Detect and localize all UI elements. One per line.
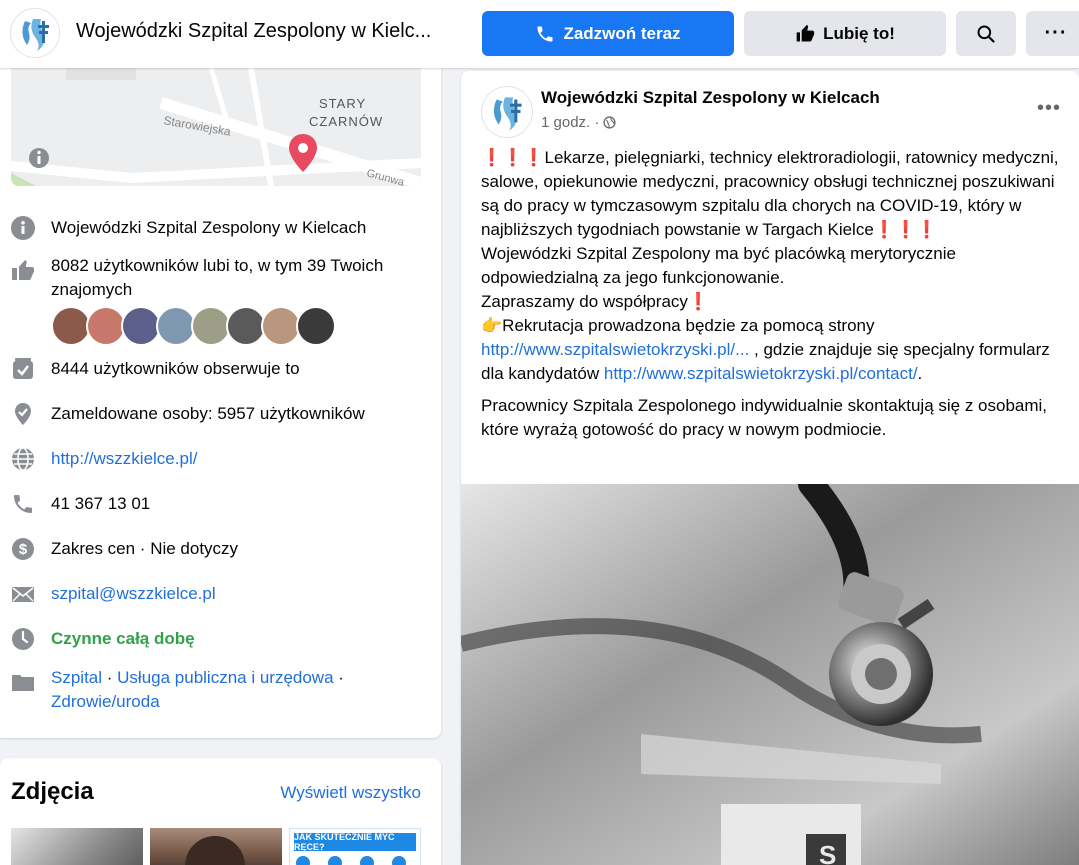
recruitment-link[interactable]: http://www.szpitalswietokrzyski.pl/... xyxy=(481,340,749,359)
followers-text: 8444 użytkowników obserwuje to xyxy=(51,359,300,378)
post-paragraph: ❗❗❗Lekarze, pielęgniarki, technicy elekt… xyxy=(481,148,1059,239)
thumbs-up-icon xyxy=(796,24,815,41)
friend-avatar[interactable] xyxy=(191,306,231,346)
friend-avatar[interactable] xyxy=(226,306,266,346)
post-text-span: . xyxy=(917,364,923,383)
envelope-icon xyxy=(11,582,35,606)
likes-count-text[interactable]: 8082 użytkowników lubi to, w tym 39 Twoi… xyxy=(51,254,431,278)
price-range-text: Zakres cen · Nie dotyczy xyxy=(51,539,239,558)
map-label-district-2: CZARNÓW xyxy=(309,114,383,129)
opening-hours: Czynne całą dobę xyxy=(51,629,195,648)
about-card: Starowiejska STARY CZARNÓW Grunwa Wojewó… xyxy=(0,68,441,738)
post-card: Wojewódzki Szpital Zespolony w Kielcach … xyxy=(461,71,1079,865)
website-link[interactable]: http://wszzkielce.pl/ xyxy=(51,447,431,471)
more-options-button[interactable]: ··· xyxy=(1026,11,1079,56)
dollar-icon: $ xyxy=(11,537,35,561)
thumbnail-caption: JAK SKUTECZNIE MYĆ RĘCE? xyxy=(294,832,416,852)
photo-thumbnail[interactable] xyxy=(150,828,282,865)
svg-text:S: S xyxy=(819,840,836,865)
phone-icon xyxy=(537,26,553,41)
category-link-public-service[interactable]: Usługa publiczna i urzędowa xyxy=(117,668,333,687)
post-paragraph: Pracownicy Szpitala Zespolonego indywidu… xyxy=(481,396,1048,439)
post-author-name[interactable]: Wojewódzki Szpital Zespolony w Kielcach xyxy=(541,88,880,108)
clock-icon xyxy=(11,627,35,651)
post-paragraph: Wojewódzki Szpital Zespolony ma być plac… xyxy=(481,244,956,287)
page-avatar[interactable] xyxy=(10,8,60,58)
location-map[interactable]: Starowiejska STARY CZARNÓW Grunwa xyxy=(11,68,421,186)
categories-text: Szpital · Usługa publiczna i urzędowa · … xyxy=(51,666,431,714)
friend-avatar[interactable] xyxy=(156,306,196,346)
search-icon xyxy=(977,25,995,43)
search-button[interactable] xyxy=(956,11,1016,56)
checkins-text: Zameldowane osoby: 5957 użytkowników xyxy=(51,404,365,423)
thumbs-up-icon xyxy=(11,258,35,282)
photos-heading: Zdjęcia xyxy=(11,778,94,805)
post-author-avatar[interactable] xyxy=(481,86,533,138)
post-paragraph: 👉Rekrutacja prowadzona będzie za pomocą … xyxy=(481,314,1066,386)
page-header: Wojewódzki Szpital Zespolony w Kielc... … xyxy=(0,0,1079,68)
category-separator: · xyxy=(102,668,118,687)
photo-thumbnail[interactable] xyxy=(11,828,143,865)
post-paragraph: Zapraszamy do współpracy❗ xyxy=(481,292,710,311)
phone-number[interactable]: 41 367 13 01 xyxy=(51,492,431,516)
location-pin-icon xyxy=(11,402,35,426)
friend-avatar[interactable] xyxy=(121,306,161,346)
phone-icon xyxy=(11,492,35,516)
svg-text:$: $ xyxy=(19,541,28,558)
folder-icon xyxy=(11,670,35,694)
post-text: ❗❗❗Lekarze, pielęgniarki, technicy elekt… xyxy=(481,146,1066,442)
category-separator: · xyxy=(333,668,344,687)
category-link-hospital[interactable]: Szpital xyxy=(51,668,102,687)
globe-icon xyxy=(11,447,35,471)
page-title: Wojewódzki Szpital Zespolony w Kielc... xyxy=(76,20,432,42)
post-timestamp: 1 godz. · xyxy=(541,114,616,131)
post-photo[interactable]: S 24 xyxy=(461,484,1079,865)
call-now-button[interactable]: Zadzwoń teraz xyxy=(482,11,734,56)
map-label-district: STARY xyxy=(319,96,366,111)
friend-avatar[interactable] xyxy=(51,306,91,346)
friend-avatar[interactable] xyxy=(296,306,336,346)
like-label: Lubię to! xyxy=(823,23,895,43)
photo-thumbnail[interactable]: JAK SKUTECZNIE MYĆ RĘCE? xyxy=(289,828,421,865)
contact-link[interactable]: http://www.szpitalswietokrzyski.pl/conta… xyxy=(604,364,918,383)
globe-icon xyxy=(603,116,616,129)
category-link-health[interactable]: Zdrowie/uroda xyxy=(51,692,160,711)
post-text-span: 👉Rekrutacja prowadzona będzie za pomocą … xyxy=(481,316,875,335)
page-name-text: Wojewódzki Szpital Zespolony w Kielcach xyxy=(51,218,367,237)
friend-avatar[interactable] xyxy=(261,306,301,346)
post-options-icon[interactable]: ••• xyxy=(1037,97,1061,120)
like-page-button[interactable]: Lubię to! xyxy=(744,11,946,56)
more-icon: ··· xyxy=(1044,22,1068,44)
post-time-text[interactable]: 1 godz. · xyxy=(541,114,599,131)
friends-avatars xyxy=(51,306,351,346)
info-icon xyxy=(11,216,35,240)
likes-friends-text[interactable]: znajomych xyxy=(51,278,431,302)
photos-card: Zdjęcia Wyświetl wszystko JAK SKUTECZNIE… xyxy=(0,758,441,865)
map-info-icon[interactable] xyxy=(29,148,49,168)
follow-check-icon xyxy=(11,357,35,381)
friend-avatar[interactable] xyxy=(86,306,126,346)
email-link[interactable]: szpital@wszzkielce.pl xyxy=(51,582,431,606)
view-all-photos-link[interactable]: Wyświetl wszystko xyxy=(280,783,421,803)
call-now-label: Zadzwoń teraz xyxy=(563,23,681,43)
